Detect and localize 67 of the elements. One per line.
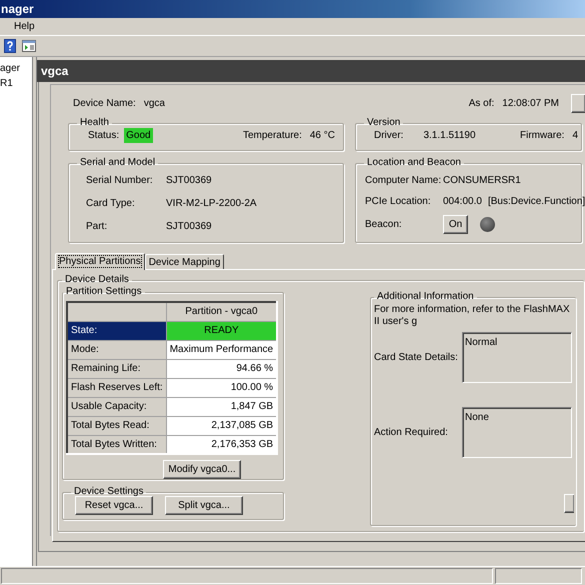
row-label[interactable]: Flash Reserves Left: — [67, 378, 166, 397]
field-value: 4 — [572, 129, 578, 143]
field-label: Computer Name: — [365, 174, 442, 188]
beacon-button[interactable]: On — [443, 215, 468, 234]
status-badge: Good — [124, 128, 153, 143]
field-label: Action Required: — [374, 426, 449, 440]
field-value: 46 °C — [310, 129, 335, 143]
action-button[interactable]: Reset vgca... — [75, 496, 153, 515]
table-cell: 2,176,353 GB — [166, 435, 278, 454]
group-title: Location and Beacon — [366, 157, 462, 169]
table-cell: 2,137,085 GB — [166, 416, 278, 435]
field-note: [Bus:Device.Function] — [488, 195, 585, 209]
table-cell: 94.66 % — [166, 359, 278, 378]
group-title: Device Settings — [73, 486, 144, 498]
field-label: Firmware: — [520, 129, 564, 143]
table-cell: 1,847 GB — [166, 397, 278, 416]
field-label: Status: — [88, 129, 120, 143]
table-cell: READY — [166, 321, 278, 340]
modify-button[interactable]: Modify vgca0... — [163, 460, 241, 479]
column-header: Partition - vgca0 — [166, 302, 278, 321]
row-label[interactable]: Total Bytes Written: — [67, 435, 166, 454]
row-label[interactable]: State: — [67, 321, 166, 340]
close-button[interactable] — [564, 494, 574, 513]
field-value: 004:00.0 — [443, 195, 482, 209]
window-title: nager — [0, 0, 585, 18]
field-value: vgca — [144, 96, 165, 110]
field-label: As of: — [468, 96, 494, 110]
field-value: VIR-M2-LP-2200-2A — [166, 197, 258, 211]
info-text: For more information, refer to the FlashMAX II user's g — [374, 304, 571, 328]
table-cell: Maximum Performance — [166, 340, 278, 359]
field-value: 12:08:07 PM — [502, 96, 559, 110]
field-value: CONSUMERSR1 — [443, 174, 522, 188]
group-title: Health — [79, 117, 110, 129]
refresh-button[interactable] — [571, 94, 585, 112]
field-label: Temperature: — [242, 129, 302, 143]
field-label: Card State Details: — [374, 351, 459, 365]
group-title: Version — [366, 117, 402, 129]
row-label[interactable]: Usable Capacity: — [67, 397, 166, 416]
field-label: PCIe Location: — [365, 195, 432, 209]
action-button[interactable]: Split vgca... — [165, 496, 243, 515]
tab[interactable]: Device Mapping — [144, 254, 224, 269]
field-label: Driver: — [374, 129, 404, 143]
panel-header: vgca — [37, 60, 585, 82]
field-label: Card Type: — [86, 197, 136, 211]
group-title: Partition Settings — [65, 286, 143, 298]
field-label: Part: — [86, 220, 108, 234]
text-area[interactable]: None — [462, 407, 572, 458]
row-label[interactable]: Total Bytes Read: — [67, 416, 166, 435]
help-icon[interactable] — [4, 39, 16, 53]
tree-item[interactable]: ager — [0, 62, 20, 75]
text-area[interactable]: Normal — [462, 332, 572, 383]
tab[interactable]: Physical Partitions — [55, 253, 145, 270]
table-cell: 100.00 % — [166, 378, 278, 397]
field-value: SJT00369 — [166, 220, 213, 234]
row-label[interactable]: Mode: — [67, 340, 166, 359]
field-label: Beacon: — [365, 218, 403, 232]
field-label: Device Name: — [73, 96, 136, 110]
field-value: 3.1.1.51190 — [423, 129, 476, 143]
field-label: Serial Number: — [86, 174, 154, 188]
field-value: SJT00369 — [166, 174, 213, 188]
row-label[interactable]: Remaining Life: — [67, 359, 166, 378]
group-title: Serial and Model — [79, 157, 156, 169]
tree-item[interactable]: R1 — [0, 77, 13, 90]
menu-item[interactable]: Help — [14, 21, 35, 32]
window-icon[interactable] — [22, 40, 36, 52]
group-title: Device Details — [64, 274, 130, 286]
group-title: Additional Information — [376, 291, 475, 303]
